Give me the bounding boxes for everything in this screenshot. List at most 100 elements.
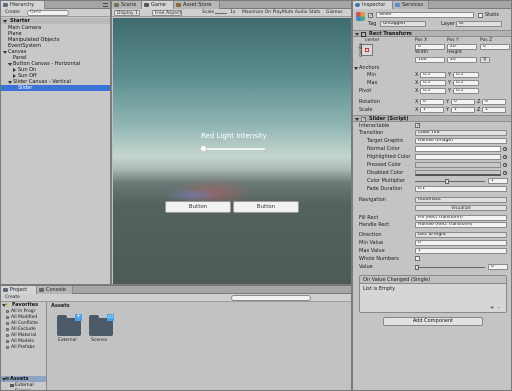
project-panel: Project Console Create ★ Favorites All I…	[0, 285, 352, 391]
whole-numbers-checkbox[interactable]	[415, 256, 420, 261]
object-name-field[interactable]: Slider	[376, 12, 474, 18]
navigation-dropdown[interactable]: Automatic	[415, 197, 507, 203]
tab-console[interactable]: Console	[37, 286, 73, 294]
anchors-expand-icon	[354, 67, 358, 70]
pivot-x-field[interactable]: 0.5	[420, 88, 446, 94]
anchor-min-y-field[interactable]: 0.5	[453, 72, 479, 78]
pos-z-field[interactable]: 0	[480, 44, 510, 50]
rotation-x-field[interactable]: 0	[420, 99, 444, 105]
stats-toggle[interactable]: Stats	[307, 10, 323, 16]
eyedropper-icon[interactable]	[503, 163, 507, 167]
favorites-row[interactable]: ★ Favorites	[1, 302, 46, 308]
display-dropdown[interactable]: Display 1	[114, 10, 140, 16]
game-viewport[interactable]: Red Light Intensity Button Button	[113, 18, 351, 284]
gizmos-dropdown[interactable]: Gizmos	[324, 10, 345, 16]
expand-icon[interactable]	[8, 81, 12, 84]
static-checkbox[interactable]	[478, 13, 483, 18]
scale-z-field[interactable]: 1	[482, 107, 506, 113]
game-button-right[interactable]: Button	[233, 201, 299, 213]
favorites-item[interactable]: All Prefabs	[1, 345, 46, 351]
tag-dropdown[interactable]: Untagged	[380, 21, 426, 27]
rect-transform-title: Rect Transform	[369, 31, 412, 37]
layer-dropdown[interactable]: UI	[456, 21, 502, 27]
eyedropper-icon[interactable]	[503, 171, 507, 175]
hierarchy-create-button[interactable]: Create	[3, 10, 22, 16]
scale-slider[interactable]	[215, 13, 227, 14]
tab-scene[interactable]: Scene	[112, 1, 142, 9]
transition-dropdown[interactable]: Color Tint	[415, 130, 507, 136]
color-multiplier-field[interactable]: 1	[488, 178, 508, 184]
highlighted-color-field[interactable]	[415, 154, 501, 160]
event-remove-button[interactable]: -	[498, 305, 500, 311]
scale-y-field[interactable]: 1	[451, 107, 475, 113]
maximize-on-play-toggle[interactable]: Maximize On Play	[240, 10, 284, 16]
object-active-checkbox[interactable]: ✓	[368, 13, 373, 19]
visualize-button[interactable]: Visualize	[415, 205, 507, 211]
expand-icon[interactable]	[3, 51, 7, 54]
slider-script-header[interactable]: ✓ Slider (Script)	[353, 115, 511, 123]
fill-rect-field[interactable]: Fill (Rect Transform)	[415, 215, 507, 221]
collapsed-icon[interactable]	[13, 74, 16, 78]
project-create-button[interactable]: Create	[3, 295, 22, 301]
scale-x-field[interactable]: 1	[420, 107, 444, 113]
pressed-color-field[interactable]	[415, 162, 501, 168]
collapsed-icon[interactable]	[13, 68, 16, 72]
hierarchy-toolbar: Create Q▾All	[1, 9, 110, 17]
rotation-z-field[interactable]: 0	[482, 99, 506, 105]
handle-rect-field[interactable]: Handle (Rect Transform)	[415, 222, 507, 228]
project-search-input[interactable]	[231, 295, 311, 301]
pivot-y-field[interactable]: 0.5	[453, 88, 479, 94]
scale-label: Scale	[359, 107, 373, 113]
value-slider[interactable]	[415, 267, 485, 268]
project-breadcrumb[interactable]: Assets	[51, 303, 70, 309]
target-graphic-field[interactable]: Handle (Image)	[415, 138, 507, 144]
interactable-checkbox[interactable]: ✓	[415, 123, 420, 129]
color-multiplier-handle[interactable]	[445, 179, 449, 184]
mute-audio-toggle[interactable]: Mute Audio	[280, 10, 310, 16]
anchor-max-y-field[interactable]: 0.5	[453, 80, 479, 86]
min-value-field[interactable]: 0	[415, 240, 507, 246]
rotation-y-field[interactable]: 0	[451, 99, 475, 105]
add-component-button[interactable]: Add Component	[383, 317, 483, 326]
normal-color-field[interactable]	[415, 146, 501, 152]
slider-track[interactable]	[201, 148, 265, 150]
raw-edit-button[interactable]: R	[480, 57, 490, 63]
tab-asset-store[interactable]: Asset Store	[174, 1, 220, 9]
value-field[interactable]: 0	[488, 264, 508, 270]
anchor-max-x-axis: X	[415, 80, 419, 86]
pivot-y-axis: Y	[448, 88, 452, 94]
direction-dropdown[interactable]: Left To Right	[415, 232, 507, 238]
max-value-field[interactable]: 1	[415, 248, 507, 254]
disabled-color-field[interactable]	[415, 170, 501, 176]
game-button-left[interactable]: Button	[165, 201, 231, 213]
tab-game[interactable]: Game	[142, 1, 174, 9]
anchor-max-x-field[interactable]: 0.5	[420, 80, 446, 86]
color-multiplier-slider[interactable]	[415, 181, 485, 182]
width-field[interactable]: 160	[415, 57, 445, 63]
scene-row[interactable]: Starter	[1, 18, 110, 24]
tab-inspector[interactable]: Inspector	[353, 1, 393, 9]
expand-icon[interactable]	[8, 63, 12, 66]
event-add-button[interactable]: +	[490, 305, 494, 311]
anchor-min-x-field[interactable]: 0.5	[420, 72, 446, 78]
tab-services[interactable]: Services	[393, 1, 429, 9]
asset-folder-external[interactable]: + External	[55, 314, 85, 346]
hierarchy-search-input[interactable]: Q▾All	[27, 10, 69, 16]
eyedropper-icon[interactable]	[503, 147, 507, 151]
height-field[interactable]: 20	[447, 57, 477, 63]
tab-project[interactable]: Project	[1, 286, 37, 294]
favorites-item-label: All Modified	[11, 315, 38, 320]
rect-transform-header[interactable]: Rect Transform	[353, 30, 511, 37]
assets-root-row[interactable]: Assets	[1, 376, 46, 382]
slider-enabled-checkbox[interactable]: ✓	[361, 117, 366, 123]
tab-hierarchy[interactable]: Hierarchy	[1, 1, 45, 9]
panel-menu-icon[interactable]	[103, 3, 108, 7]
asset-folder-scenes[interactable]: ▭ Scenes	[87, 314, 117, 346]
slider-handle[interactable]	[200, 145, 207, 152]
value-slider-handle[interactable]	[415, 265, 419, 270]
console-icon	[39, 288, 44, 292]
eyedropper-icon[interactable]	[503, 155, 507, 159]
hierarchy-item[interactable]: Slider	[1, 85, 110, 91]
aspect-dropdown[interactable]: Free Aspect	[152, 10, 182, 16]
fade-duration-field[interactable]: 0.1	[415, 186, 507, 192]
